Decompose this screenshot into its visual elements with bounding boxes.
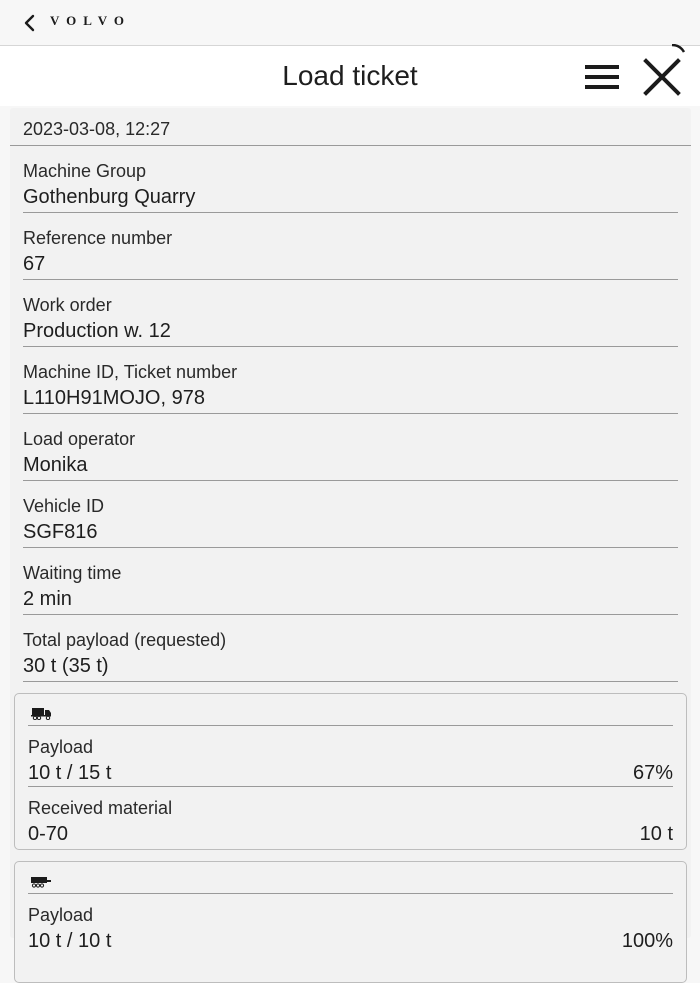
field-machine-group: Machine Group Gothenburg Quarry xyxy=(23,146,678,213)
close-icon[interactable] xyxy=(643,58,681,96)
field-vehicle-id: Vehicle ID SGF816 xyxy=(23,481,678,548)
top-app-bar: VOLVO xyxy=(0,0,700,46)
material-weight: 10 t xyxy=(639,823,673,845)
field-machine-id: Machine ID, Ticket number L110H91MOJO, 9… xyxy=(23,347,678,414)
payload-row: Payload 10 t / 15 t 67% xyxy=(28,726,673,787)
field-value: SGF816 xyxy=(23,521,98,543)
field-value: 30 t (35 t) xyxy=(23,655,109,677)
payload-row: Payload 10 t / 10 t 100% xyxy=(28,894,673,955)
brand-logo: VOLVO xyxy=(50,13,131,28)
trailer-card-header xyxy=(28,862,673,894)
trailer-icon xyxy=(31,877,51,888)
payload-value: 10 t / 10 t xyxy=(28,930,112,952)
ticket-panel: 2023-03-08, 12:27 Machine Group Gothenbu… xyxy=(10,108,691,983)
payload-value: 10 t / 15 t xyxy=(28,762,112,784)
dump-truck-icon xyxy=(31,708,51,720)
corner-arc-icon xyxy=(671,44,686,53)
field-value: L110H91MOJO, 978 xyxy=(23,387,205,409)
payload-label: Payload xyxy=(28,905,94,925)
field-value: Gothenburg Quarry xyxy=(23,186,196,208)
field-total-payload: Total payload (requested) 30 t (35 t) xyxy=(23,615,678,682)
trailer-card: Payload 10 t / 10 t 100% xyxy=(14,861,687,983)
field-label: Vehicle ID xyxy=(23,496,105,516)
field-label: Machine Group xyxy=(23,161,147,181)
material-label: Received material xyxy=(28,798,173,818)
material-value: 0-70 xyxy=(28,823,69,845)
received-material-row: Received material 0-70 10 t xyxy=(28,787,673,848)
field-label: Work order xyxy=(23,295,112,315)
field-value: Production w. 12 xyxy=(23,320,171,342)
field-value: 2 min xyxy=(23,588,72,610)
field-load-operator: Load operator Monika xyxy=(23,414,678,481)
field-label: Reference number xyxy=(23,228,173,248)
field-value: 67 xyxy=(23,253,46,275)
back-arrow-icon[interactable] xyxy=(20,12,42,34)
payload-label: Payload xyxy=(28,737,94,757)
truck-card: Payload 10 t / 15 t 67% Received materia… xyxy=(14,693,687,850)
field-label: Waiting time xyxy=(23,563,122,583)
truck-card-header xyxy=(28,694,673,726)
field-waiting-time: Waiting time 2 min xyxy=(23,548,678,615)
field-label: Load operator xyxy=(23,429,136,449)
ticket-date: 2023-03-08, 12:27 xyxy=(10,108,691,146)
field-work-order: Work order Production w. 12 xyxy=(23,280,678,347)
field-label: Total payload (requested) xyxy=(23,630,227,650)
field-reference-number: Reference number 67 xyxy=(23,213,678,280)
payload-percent: 67% xyxy=(632,762,673,784)
field-value: Monika xyxy=(23,454,88,476)
payload-percent: 100% xyxy=(621,930,673,952)
hamburger-menu-icon[interactable] xyxy=(584,63,620,91)
field-label: Machine ID, Ticket number xyxy=(23,362,238,382)
